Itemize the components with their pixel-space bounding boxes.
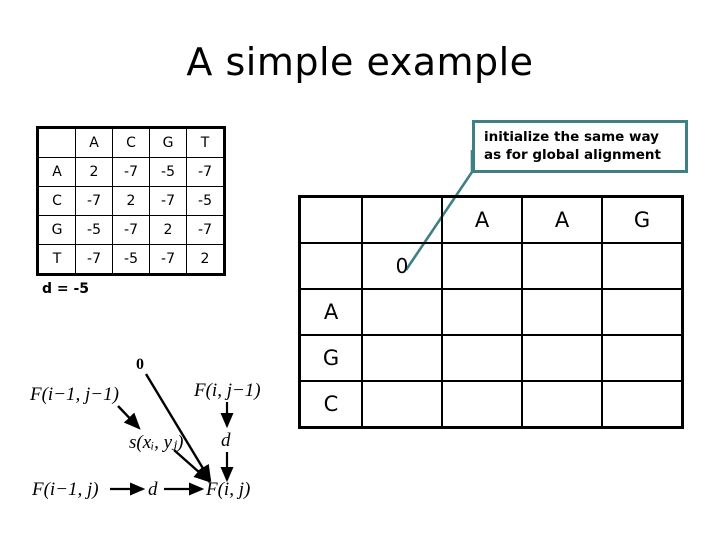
score-cell-g-t: -7: [186, 215, 225, 245]
matrix-corner-cell: [37, 127, 76, 158]
row-header-c: C: [37, 186, 76, 216]
dp-cell-3-1[interactable]: [441, 380, 523, 429]
callout-line-1: initialize the same way: [484, 129, 659, 145]
dp-cell-1-1[interactable]: [441, 288, 523, 336]
dp-cell-1-0[interactable]: [361, 288, 443, 336]
recurrence-diagonal-source: F(i−1, j−1): [29, 384, 119, 405]
dp-header-seq1-pos2: A: [521, 195, 603, 244]
col-header-a: A: [75, 127, 113, 158]
dp-cell-0-2[interactable]: [521, 242, 603, 290]
gap-penalty-label: d = -5: [42, 281, 90, 297]
recurrence-gap-term-horizontal: d: [148, 479, 158, 500]
row-header-t: T: [37, 244, 76, 275]
score-cell-a-t: -7: [186, 157, 225, 187]
dp-table-row: A: [298, 288, 684, 336]
table-row: T -7 -5 -7 2: [37, 244, 225, 275]
table-row: G -5 -7 2 -7: [37, 215, 225, 245]
dp-cell-0-0[interactable]: 0: [361, 242, 443, 290]
dp-header-row: A A G: [298, 195, 684, 244]
dynamic-programming-matrix: A A G 0 A G C: [298, 195, 684, 429]
score-cell-a-g: -5: [149, 157, 187, 187]
dp-cell-2-0[interactable]: [361, 334, 443, 382]
slide-canvas: A simple example A C G T A 2 -7 -5 -7 C …: [0, 0, 720, 540]
score-cell-c-g: -7: [149, 186, 187, 216]
dp-cell-1-3[interactable]: [601, 288, 684, 336]
recurrence-gap-term-vertical: d: [221, 430, 231, 451]
callout-box: initialize the same way as for global al…: [472, 120, 688, 173]
score-cell-t-t: 2: [186, 244, 225, 275]
substitution-matrix: A C G T A 2 -7 -5 -7 C -7 2 -7 -5 G -5 -…: [36, 126, 226, 276]
score-cell-a-c: -7: [112, 157, 150, 187]
table-header-row: A C G T: [37, 127, 225, 158]
dp-cell-3-3[interactable]: [601, 380, 684, 429]
substitution-matrix-container: A C G T A 2 -7 -5 -7 C -7 2 -7 -5 G -5 -…: [36, 126, 226, 276]
page-title: A simple example: [186, 40, 534, 84]
dp-cell-2-3[interactable]: [601, 334, 684, 382]
col-header-t: T: [186, 127, 225, 158]
recurrence-zero-label: 0: [136, 356, 144, 373]
recurrence-horizontal-source: F(i−1, j): [31, 479, 99, 500]
dp-cell-3-0[interactable]: [361, 380, 443, 429]
score-cell-c-t: -5: [186, 186, 225, 216]
score-cell-a-a: 2: [75, 157, 113, 187]
arrow-diag-to-score: [117, 405, 141, 430]
recurrence-vertical-source: F(i, j−1): [193, 380, 261, 401]
dp-corner-cell-blank: [298, 195, 363, 244]
dp-table-row: 0: [298, 242, 684, 290]
callout-line-2: as for global alignment: [484, 147, 661, 163]
table-row: A 2 -7 -5 -7: [37, 157, 225, 187]
col-header-g: G: [149, 127, 187, 158]
table-row: C -7 2 -7 -5: [37, 186, 225, 216]
row-header-a: A: [37, 157, 76, 187]
recurrence-formula-diagram: 0 F(i−1, j−1) F(i, j−1) s(xᵢ, yⱼ) d F(i−…: [29, 356, 261, 500]
dp-cell-2-1[interactable]: [441, 334, 523, 382]
dp-cell-0-3[interactable]: [601, 242, 684, 290]
dp-table-row: G: [298, 334, 684, 382]
col-header-c: C: [112, 127, 150, 158]
dp-table-row: C: [298, 380, 684, 429]
dp-header-gap: [361, 195, 443, 244]
dp-row-label-seq2-pos1: A: [298, 288, 363, 336]
arrow-score-to-target: [173, 449, 211, 483]
dp-cell-2-2[interactable]: [521, 334, 603, 382]
score-cell-c-a: -7: [75, 186, 113, 216]
dp-row-label-seq2-pos3: C: [298, 380, 363, 429]
dp-row-label-gap: [298, 242, 363, 290]
score-cell-t-g: -7: [149, 244, 187, 275]
recurrence-target: F(i, j): [205, 479, 250, 500]
score-cell-c-c: 2: [112, 186, 150, 216]
dp-header-seq1-pos3: G: [601, 195, 684, 244]
dp-header-seq1-pos1: A: [441, 195, 523, 244]
score-cell-g-a: -5: [75, 215, 113, 245]
score-cell-g-c: -7: [112, 215, 150, 245]
dp-row-label-seq2-pos2: G: [298, 334, 363, 382]
dp-cell-0-1[interactable]: [441, 242, 523, 290]
row-header-g: G: [37, 215, 76, 245]
score-cell-g-g: 2: [149, 215, 187, 245]
dp-cell-3-2[interactable]: [521, 380, 603, 429]
score-cell-t-c: -5: [112, 244, 150, 275]
dp-cell-1-2[interactable]: [521, 288, 603, 336]
score-cell-t-a: -7: [75, 244, 113, 275]
